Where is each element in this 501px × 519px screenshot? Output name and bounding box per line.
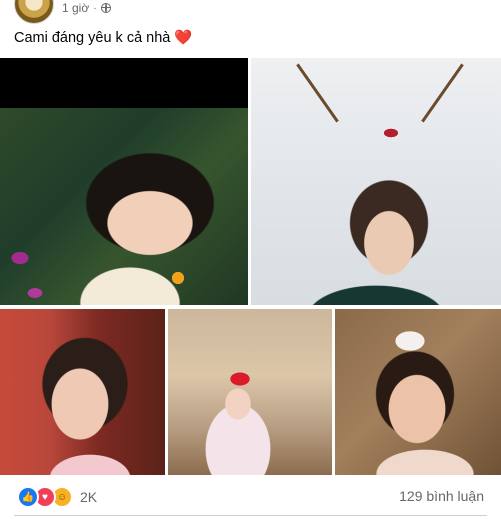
photo-1-image xyxy=(0,108,248,305)
heart-emoji: ❤️ xyxy=(174,30,193,46)
reaction-summary[interactable]: 👍 ♥ ☺ 2K xyxy=(17,486,97,508)
globe-icon[interactable] xyxy=(100,3,111,13)
meta-separator: · xyxy=(93,2,97,14)
comment-count[interactable]: 129 bình luận xyxy=(399,488,484,504)
caption-text: Cami đáng yêu k cả nhà xyxy=(14,30,171,46)
avatar[interactable] xyxy=(14,0,54,24)
post-meta: 1 giờ · xyxy=(62,1,111,15)
photo-5[interactable] xyxy=(335,309,501,475)
divider xyxy=(14,515,487,516)
post-time[interactable]: 1 giờ xyxy=(62,1,89,15)
facebook-post: 1 giờ · Cami đáng yêu k cả nhà ❤️ 👍 ♥ ☺ … xyxy=(0,0,501,519)
photo-4[interactable] xyxy=(168,309,332,475)
photo-2[interactable] xyxy=(251,58,501,305)
photo-3[interactable] xyxy=(0,309,165,475)
photo-1[interactable] xyxy=(0,58,248,305)
post-caption: Cami đáng yêu k cả nhà ❤️ xyxy=(14,29,192,46)
like-icon: 👍 xyxy=(17,486,39,508)
antler-decoration xyxy=(296,63,339,123)
antler-decoration xyxy=(421,63,464,123)
reaction-count[interactable]: 2K xyxy=(80,489,97,505)
